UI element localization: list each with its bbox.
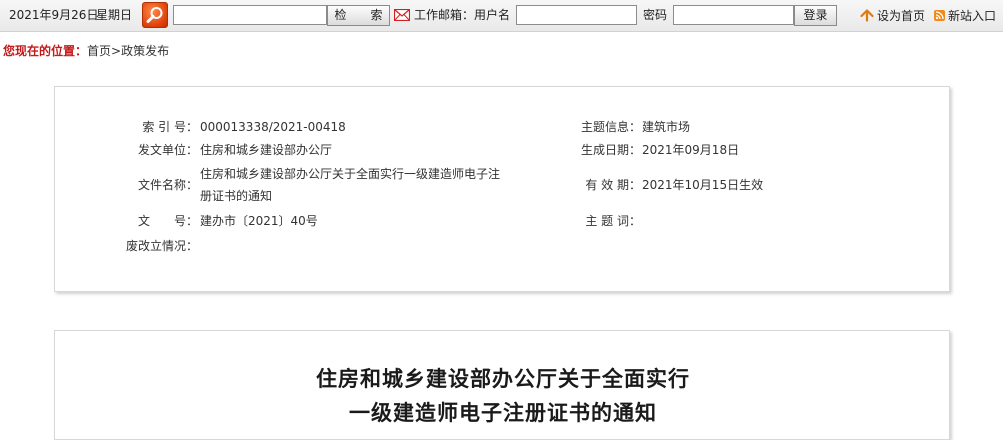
search-input[interactable] bbox=[173, 5, 327, 25]
search-button[interactable]: 检 索 bbox=[327, 5, 390, 26]
home-icon bbox=[860, 9, 874, 22]
breadcrumb-current-link[interactable]: 政策发布 bbox=[121, 44, 169, 58]
issuer-label: 发文单位： bbox=[137, 143, 198, 157]
article-panel: 住房和城乡建设部办公厅关于全面实行 一级建造师电子注册证书的通知 bbox=[54, 330, 950, 440]
current-weekday: 星期日 bbox=[96, 8, 133, 22]
username-input[interactable] bbox=[516, 5, 637, 25]
password-label: 密码 bbox=[643, 8, 668, 22]
validity-label: 有 效 期： bbox=[585, 178, 641, 192]
set-home-link[interactable]: 设为首页 bbox=[860, 7, 925, 24]
topic-value: 建筑市场 bbox=[642, 120, 691, 134]
set-home-label: 设为首页 bbox=[877, 9, 926, 23]
index-label: 索 引 号： bbox=[142, 120, 198, 134]
document-info-panel: 索 引 号： 000013338/2021-00418 发文单位： 住房和城乡建… bbox=[54, 86, 950, 292]
rss-label: 新站入口 bbox=[948, 9, 997, 23]
validity-value: 2021年10月15日生效 bbox=[642, 178, 764, 192]
index-value: 000013338/2021-00418 bbox=[200, 120, 346, 134]
topic-label: 主题信息： bbox=[580, 120, 641, 134]
keywords-label: 主 题 词： bbox=[585, 214, 641, 228]
status-label: 废改立情况： bbox=[125, 239, 198, 253]
docno-label: 文 号： bbox=[137, 214, 198, 228]
top-toolbar: 2021年9月26日 星期日 检 索 工作邮箱：用户名 密码 登录 设为首页 新… bbox=[0, 0, 1003, 32]
breadcrumb: 您现在的位置：首页>政策发布 bbox=[3, 44, 169, 58]
issuer-value: 住房和城乡建设部办公厅 bbox=[200, 143, 333, 157]
breadcrumb-separator: > bbox=[111, 44, 122, 58]
current-date: 2021年9月26日 bbox=[9, 8, 99, 22]
article-title-line-2: 一级建造师电子注册证书的通知 bbox=[349, 401, 657, 425]
email-label: 工作邮箱：用户名 bbox=[414, 8, 511, 22]
filename-label: 文件名称： bbox=[137, 178, 198, 192]
docno-value: 建办市〔2021〕40号 bbox=[200, 214, 318, 228]
mail-icon bbox=[394, 9, 410, 21]
created-date-label: 生成日期： bbox=[580, 143, 641, 157]
search-icon-button[interactable] bbox=[142, 2, 168, 28]
search-icon bbox=[146, 7, 163, 23]
filename-value: 住房和城乡建设部办公厅关于全面实行一级建造师电子注册证书的通知 bbox=[200, 167, 501, 203]
breadcrumb-home-link[interactable]: 首页 bbox=[87, 44, 111, 58]
created-date-value: 2021年09月18日 bbox=[642, 143, 740, 157]
breadcrumb-label: 您现在的位置： bbox=[3, 44, 88, 58]
login-button[interactable]: 登录 bbox=[794, 5, 837, 26]
article-title-line-1: 住房和城乡建设部办公厅关于全面实行 bbox=[316, 367, 690, 391]
password-input[interactable] bbox=[673, 5, 794, 25]
rss-icon bbox=[934, 10, 945, 21]
rss-link[interactable]: 新站入口 bbox=[934, 7, 996, 24]
